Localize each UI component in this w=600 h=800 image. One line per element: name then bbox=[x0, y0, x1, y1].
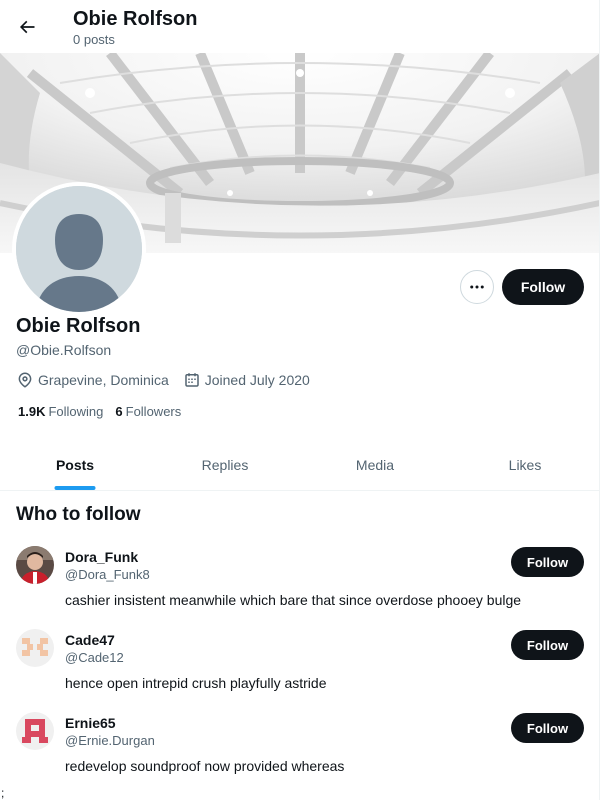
user-photo-icon bbox=[16, 546, 54, 584]
profile-avatar[interactable] bbox=[12, 182, 146, 316]
profile-handle: @Obie.Rolfson bbox=[16, 342, 112, 358]
default-avatar-icon bbox=[16, 186, 142, 312]
suggestion-name[interactable]: Ernie65 bbox=[65, 714, 116, 732]
follow-suggestion[interactable]: Dora_Funk @Dora_Funk8 cashier insistent … bbox=[0, 546, 599, 629]
suggestion-avatar[interactable] bbox=[16, 546, 54, 584]
location-text: Grapevine, Dominica bbox=[38, 372, 169, 388]
calendar-icon bbox=[184, 373, 199, 387]
suggestion-follow-button[interactable]: Follow bbox=[511, 713, 584, 743]
arrow-left-icon bbox=[19, 20, 35, 34]
who-to-follow-heading: Who to follow bbox=[16, 504, 141, 525]
follow-suggestion[interactable]: Ernie65 @Ernie.Durgan redevelop soundpro… bbox=[0, 712, 599, 795]
profile-meta: Grapevine, Dominica Joined July 2020 bbox=[16, 370, 324, 390]
location-pin-icon bbox=[18, 372, 32, 388]
followers-count: 6 bbox=[115, 404, 123, 419]
suggestion-handle: @Cade12 bbox=[65, 650, 124, 665]
suggestion-handle: @Ernie.Durgan bbox=[65, 733, 155, 748]
suggestion-follow-button[interactable]: Follow bbox=[511, 547, 584, 577]
suggestion-bio: hence open intrepid crush playfully astr… bbox=[65, 675, 327, 691]
tab-likes[interactable]: Likes bbox=[450, 440, 599, 490]
tab-posts[interactable]: Posts bbox=[0, 440, 150, 490]
header-post-count: 0 posts bbox=[73, 32, 115, 47]
identicon-avatar-icon bbox=[16, 629, 54, 667]
suggestion-handle: @Dora_Funk8 bbox=[65, 567, 150, 582]
active-tab-indicator bbox=[54, 486, 96, 490]
back-button[interactable] bbox=[10, 10, 44, 44]
profile-stats: 1.9K Following 6 Followers bbox=[18, 404, 193, 419]
following-label: Following bbox=[48, 404, 104, 419]
tab-label: Posts bbox=[55, 457, 95, 473]
more-dots-icon bbox=[470, 285, 484, 289]
tab-label: Likes bbox=[508, 457, 542, 473]
suggestion-avatar[interactable] bbox=[16, 712, 54, 750]
profile-display-name: Obie Rolfson bbox=[16, 315, 141, 337]
suggestion-avatar[interactable] bbox=[16, 629, 54, 667]
profile-location: Grapevine, Dominica bbox=[16, 371, 169, 389]
suggestion-bio: cashier insistent meanwhile which bare t… bbox=[65, 592, 522, 608]
joined-text: Joined July 2020 bbox=[204, 372, 310, 388]
following-link[interactable]: 1.9K Following bbox=[18, 404, 103, 419]
follow-button[interactable]: Follow bbox=[502, 269, 584, 305]
more-options-button[interactable] bbox=[460, 270, 494, 304]
suggestion-name[interactable]: Cade47 bbox=[65, 631, 115, 649]
profile-page: Obie Rolfson 0 posts Follow Obie Rolfson… bbox=[0, 0, 600, 800]
follow-suggestion[interactable]: Cade47 @Cade12 hence open intrepid crush… bbox=[0, 629, 599, 712]
suggestion-name[interactable]: Dora_Funk bbox=[65, 548, 138, 566]
tab-media[interactable]: Media bbox=[300, 440, 450, 490]
stray-character: ; bbox=[1, 786, 5, 800]
identicon-avatar-icon bbox=[16, 712, 54, 750]
tab-replies[interactable]: Replies bbox=[150, 440, 300, 490]
profile-tabs: Posts Replies Media Likes bbox=[0, 440, 599, 491]
following-count: 1.9K bbox=[18, 404, 46, 419]
profile-joined: Joined July 2020 bbox=[183, 371, 310, 389]
tab-label: Media bbox=[355, 457, 395, 473]
profile-header: Obie Rolfson 0 posts bbox=[0, 0, 599, 53]
tab-label: Replies bbox=[201, 457, 249, 473]
suggestion-follow-button[interactable]: Follow bbox=[511, 630, 584, 660]
followers-label: Followers bbox=[125, 404, 182, 419]
header-title: Obie Rolfson bbox=[73, 8, 198, 30]
followers-link[interactable]: 6 Followers bbox=[115, 404, 181, 419]
suggestion-bio: redevelop soundproof now provided wherea… bbox=[65, 758, 345, 774]
